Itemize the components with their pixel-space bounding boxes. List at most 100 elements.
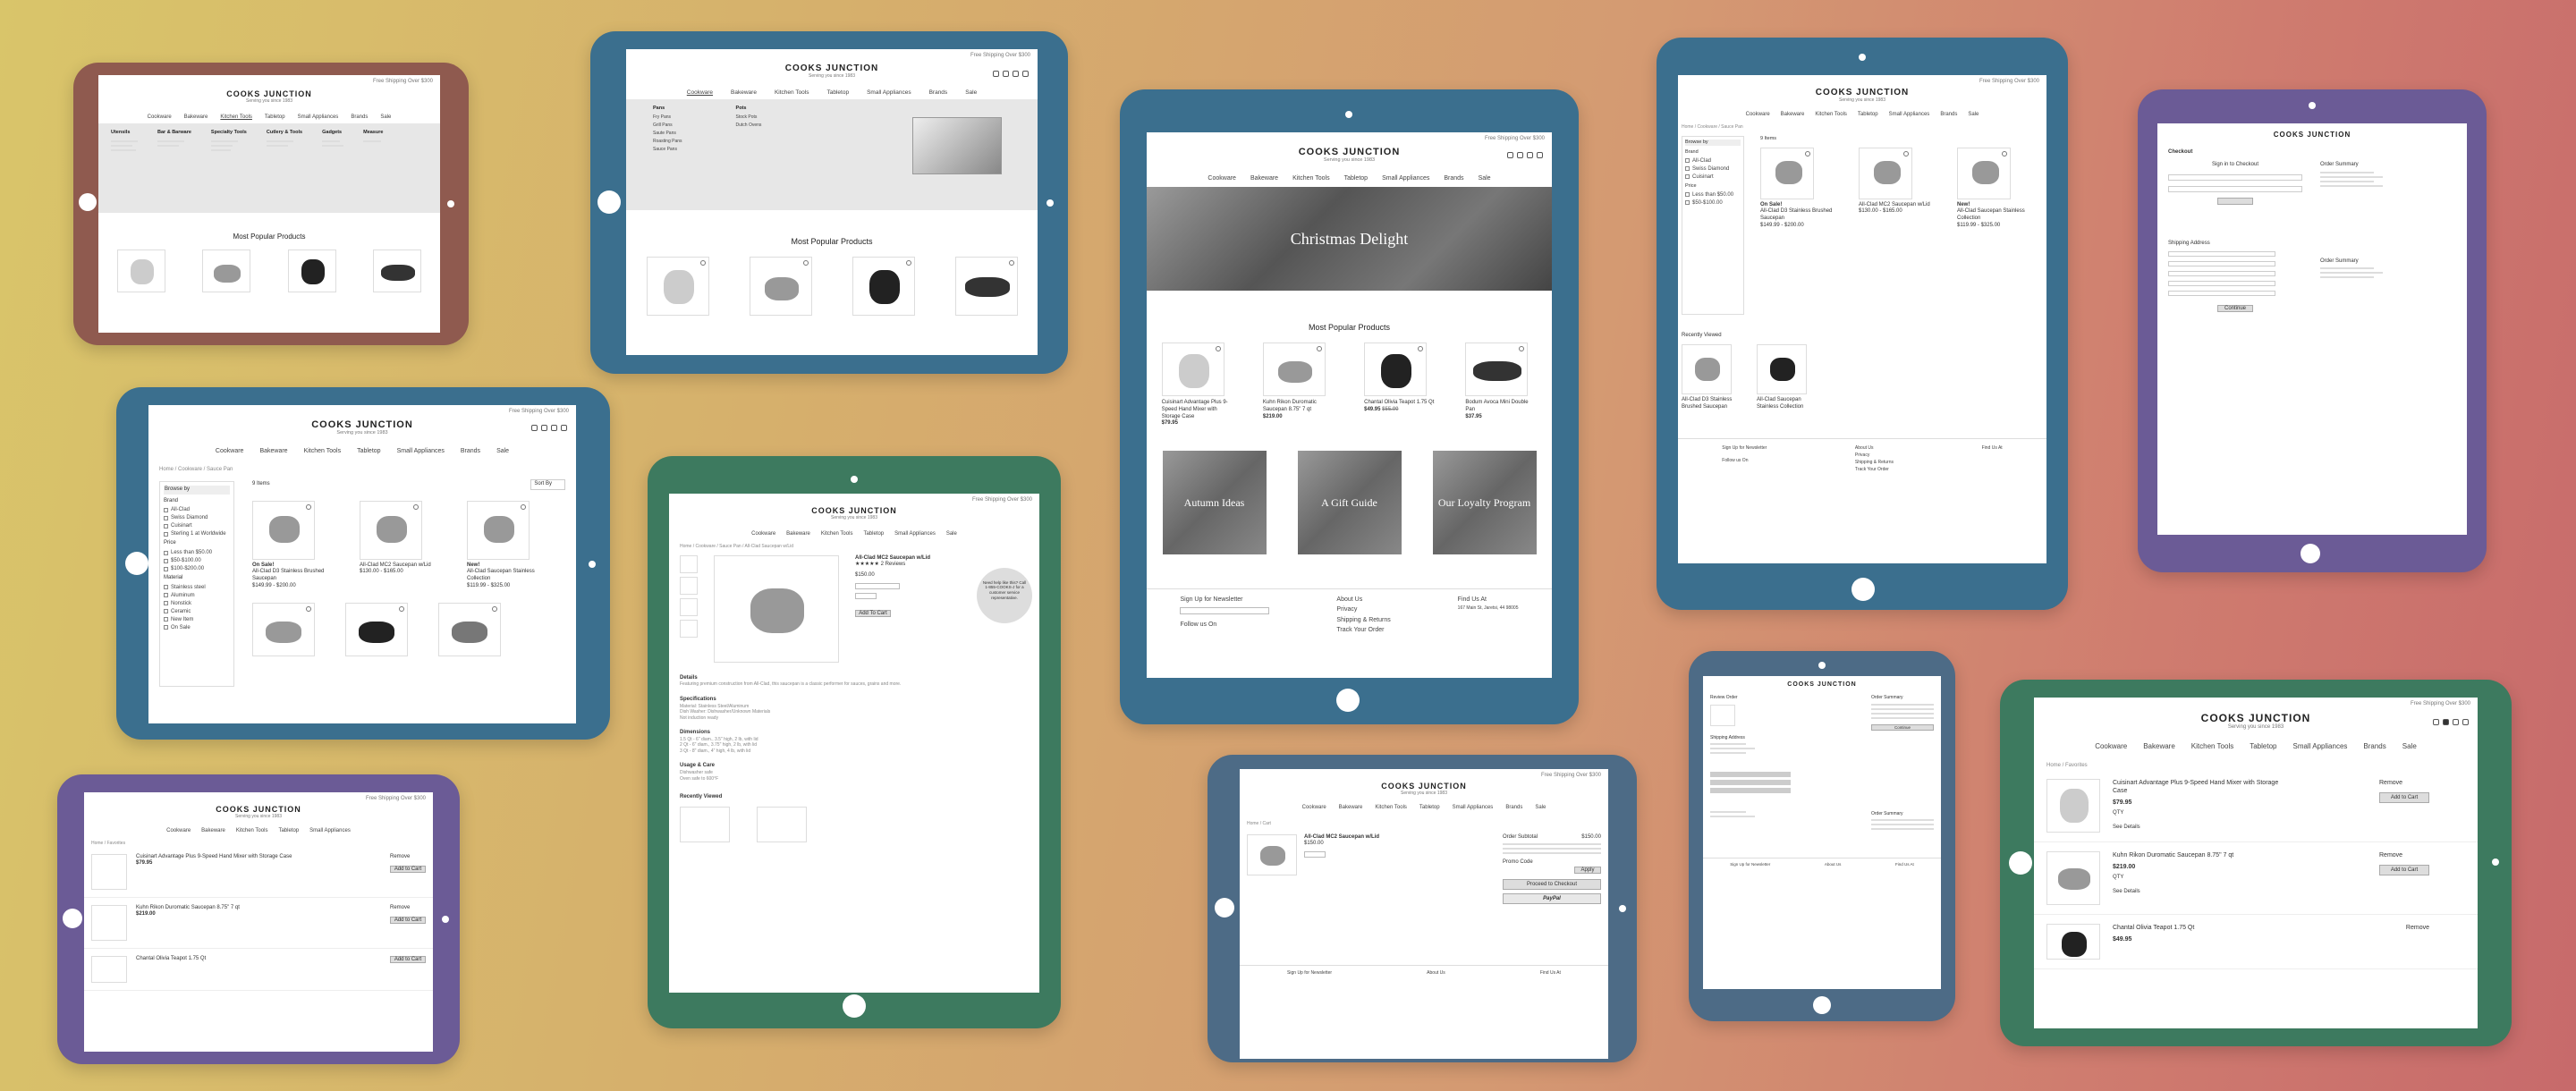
heart-icon[interactable]: [541, 425, 547, 431]
sign-in-button[interactable]: [2217, 197, 2253, 205]
logo[interactable]: COOKS JUNCTION: [148, 419, 576, 430]
nav-tabletop[interactable]: Tabletop: [1344, 175, 1368, 182]
filter-checkbox[interactable]: Ceramic: [164, 609, 230, 614]
nav-tabletop[interactable]: Tabletop: [827, 89, 850, 96]
heart-icon[interactable]: [1903, 150, 1909, 156]
product-card[interactable]: Cuisinart Advantage Plus 9-Speed Hand Mi…: [1161, 343, 1233, 427]
nav-tabletop[interactable]: Tabletop: [2250, 742, 2276, 750]
address-field[interactable]: [2168, 261, 2275, 267]
product-image[interactable]: [1364, 343, 1428, 396]
breadcrumb[interactable]: Home / Cookware / Sauce Pan: [159, 467, 576, 474]
heart-icon[interactable]: [492, 605, 497, 612]
address-field[interactable]: [2168, 251, 2275, 258]
product-card[interactable]: New! All-Clad Saucepan Stainless Collect…: [1957, 147, 2043, 230]
product-name[interactable]: Chantal Olivia Teapot 1.75 Qt: [1364, 400, 1436, 407]
nav-cookware[interactable]: Cookware: [1746, 112, 1770, 117]
heart-icon[interactable]: [2443, 719, 2449, 725]
nav-small-appliances[interactable]: Small Appliances: [397, 448, 445, 454]
logo[interactable]: COOKS JUNCTION: [669, 506, 1039, 515]
thumbnail[interactable]: [680, 619, 698, 638]
filter-checkbox[interactable]: $50-$100.00: [1685, 200, 1741, 206]
nav-cookware[interactable]: Cookware: [2095, 742, 2127, 750]
thumbnail[interactable]: [680, 554, 698, 573]
heart-icon[interactable]: [306, 503, 311, 510]
remove-link[interactable]: Remove: [2379, 779, 2429, 787]
nav-small-appliances[interactable]: Small Appliances: [2292, 742, 2347, 750]
nav-small-appliances[interactable]: Small Appliances: [1382, 175, 1429, 182]
product-image[interactable]: [2046, 923, 2100, 960]
nav-bakeware[interactable]: Bakeware: [1339, 805, 1363, 810]
home-button[interactable]: [79, 193, 97, 211]
add-to-cart-button[interactable]: Add To Cart: [855, 609, 891, 617]
product-image[interactable]: [1465, 343, 1529, 396]
product-card[interactable]: On Sale! All-Clad D3 Stainless Brushed S…: [252, 500, 329, 590]
product-card[interactable]: [252, 602, 315, 656]
filter-checkbox[interactable]: Aluminum: [164, 593, 230, 598]
home-button[interactable]: [597, 190, 621, 214]
nav-sale[interactable]: Sale: [946, 531, 957, 537]
add-to-cart-button[interactable]: Add to Cart: [2379, 864, 2429, 875]
heart-icon[interactable]: [1805, 150, 1810, 156]
search-icon[interactable]: [993, 71, 999, 77]
heart-icon[interactable]: [2002, 150, 2007, 156]
filter-checkbox[interactable]: Less than $50.00: [1685, 192, 1741, 198]
nav-small-appliances[interactable]: Small Appliances: [1889, 112, 1930, 117]
address-field[interactable]: [2168, 291, 2275, 297]
nav-brands[interactable]: Brands: [1444, 175, 1463, 182]
product-card[interactable]: [373, 249, 422, 292]
nav-bakeware[interactable]: Bakeware: [259, 448, 287, 454]
nav-tabletop[interactable]: Tabletop: [1419, 805, 1440, 810]
product-image[interactable]: [1710, 704, 1735, 726]
product-card[interactable]: [646, 257, 709, 316]
product-image[interactable]: [91, 904, 127, 941]
email-field[interactable]: [2168, 173, 2302, 181]
home-button[interactable]: [1813, 996, 1831, 1014]
logo[interactable]: COOKS JUNCTION: [1678, 88, 2046, 97]
product-card[interactable]: [345, 602, 408, 656]
add-to-cart-button[interactable]: Add to Cart: [390, 917, 426, 925]
breadcrumb[interactable]: Home / Cookware / Sauce Pan: [1682, 124, 2046, 131]
filter-checkbox[interactable]: $50-$100.00: [164, 558, 230, 563]
nav-kitchen-tools[interactable]: Kitchen Tools: [775, 89, 809, 96]
tile-autumn-ideas[interactable]: Autumn Ideas: [1162, 451, 1267, 555]
footer-link[interactable]: Track Your Order: [1855, 466, 1894, 473]
cart-icon[interactable]: [1537, 152, 1543, 158]
thumbnail[interactable]: [680, 597, 698, 616]
remove-link[interactable]: Remove: [2379, 851, 2429, 859]
home-button[interactable]: [1336, 689, 1360, 712]
home-button[interactable]: [1215, 898, 1234, 918]
logo[interactable]: COOKS JUNCTION: [2157, 131, 2467, 139]
recent-card[interactable]: [757, 806, 807, 842]
password-field[interactable]: [2168, 185, 2302, 192]
heart-icon[interactable]: [521, 503, 526, 510]
nav-tabletop[interactable]: Tabletop: [357, 448, 380, 454]
nav-kitchen-tools[interactable]: Kitchen Tools: [2191, 742, 2233, 750]
nav-sale[interactable]: Sale: [1479, 175, 1491, 182]
footer-link[interactable]: About Us: [1855, 444, 1894, 452]
nav-tabletop[interactable]: Tabletop: [1858, 112, 1878, 117]
footer-link[interactable]: Track Your Order: [1336, 625, 1390, 635]
home-button[interactable]: [843, 994, 866, 1018]
product-image[interactable]: [1247, 833, 1297, 875]
recent-card[interactable]: [680, 806, 730, 842]
recent-card[interactable]: All-Clad Saucepan Stainless Collection: [1757, 344, 1810, 411]
add-to-cart-button[interactable]: Add to Cart: [390, 866, 426, 874]
filter-checkbox[interactable]: Swiss Diamond: [1685, 166, 1741, 172]
product-card[interactable]: [852, 257, 915, 316]
nav-bakeware[interactable]: Bakeware: [731, 89, 757, 96]
nav-brands[interactable]: Brands: [351, 114, 368, 120]
footer-link[interactable]: About Us: [1336, 595, 1390, 605]
product-card[interactable]: [749, 257, 812, 316]
reviews-link[interactable]: ★★★★★ 2 Reviews: [855, 562, 962, 569]
breadcrumb[interactable]: Home / Favorites: [2046, 763, 2478, 770]
nav-small-appliances[interactable]: Small Appliances: [309, 828, 351, 833]
logo[interactable]: COOKS JUNCTION: [98, 89, 440, 98]
logo[interactable]: COOKS JUNCTION: [2034, 712, 2478, 724]
heart-icon[interactable]: [699, 260, 706, 266]
product-card[interactable]: New! All-Clad Saucepan Stainless Collect…: [467, 500, 544, 590]
filter-checkbox[interactable]: Cuisinart: [1685, 174, 1741, 180]
logo[interactable]: COOKS JUNCTION: [626, 63, 1038, 73]
search-icon[interactable]: [1507, 152, 1513, 158]
heart-icon[interactable]: [1316, 346, 1322, 351]
nav-cookware[interactable]: Cookware: [148, 114, 172, 120]
